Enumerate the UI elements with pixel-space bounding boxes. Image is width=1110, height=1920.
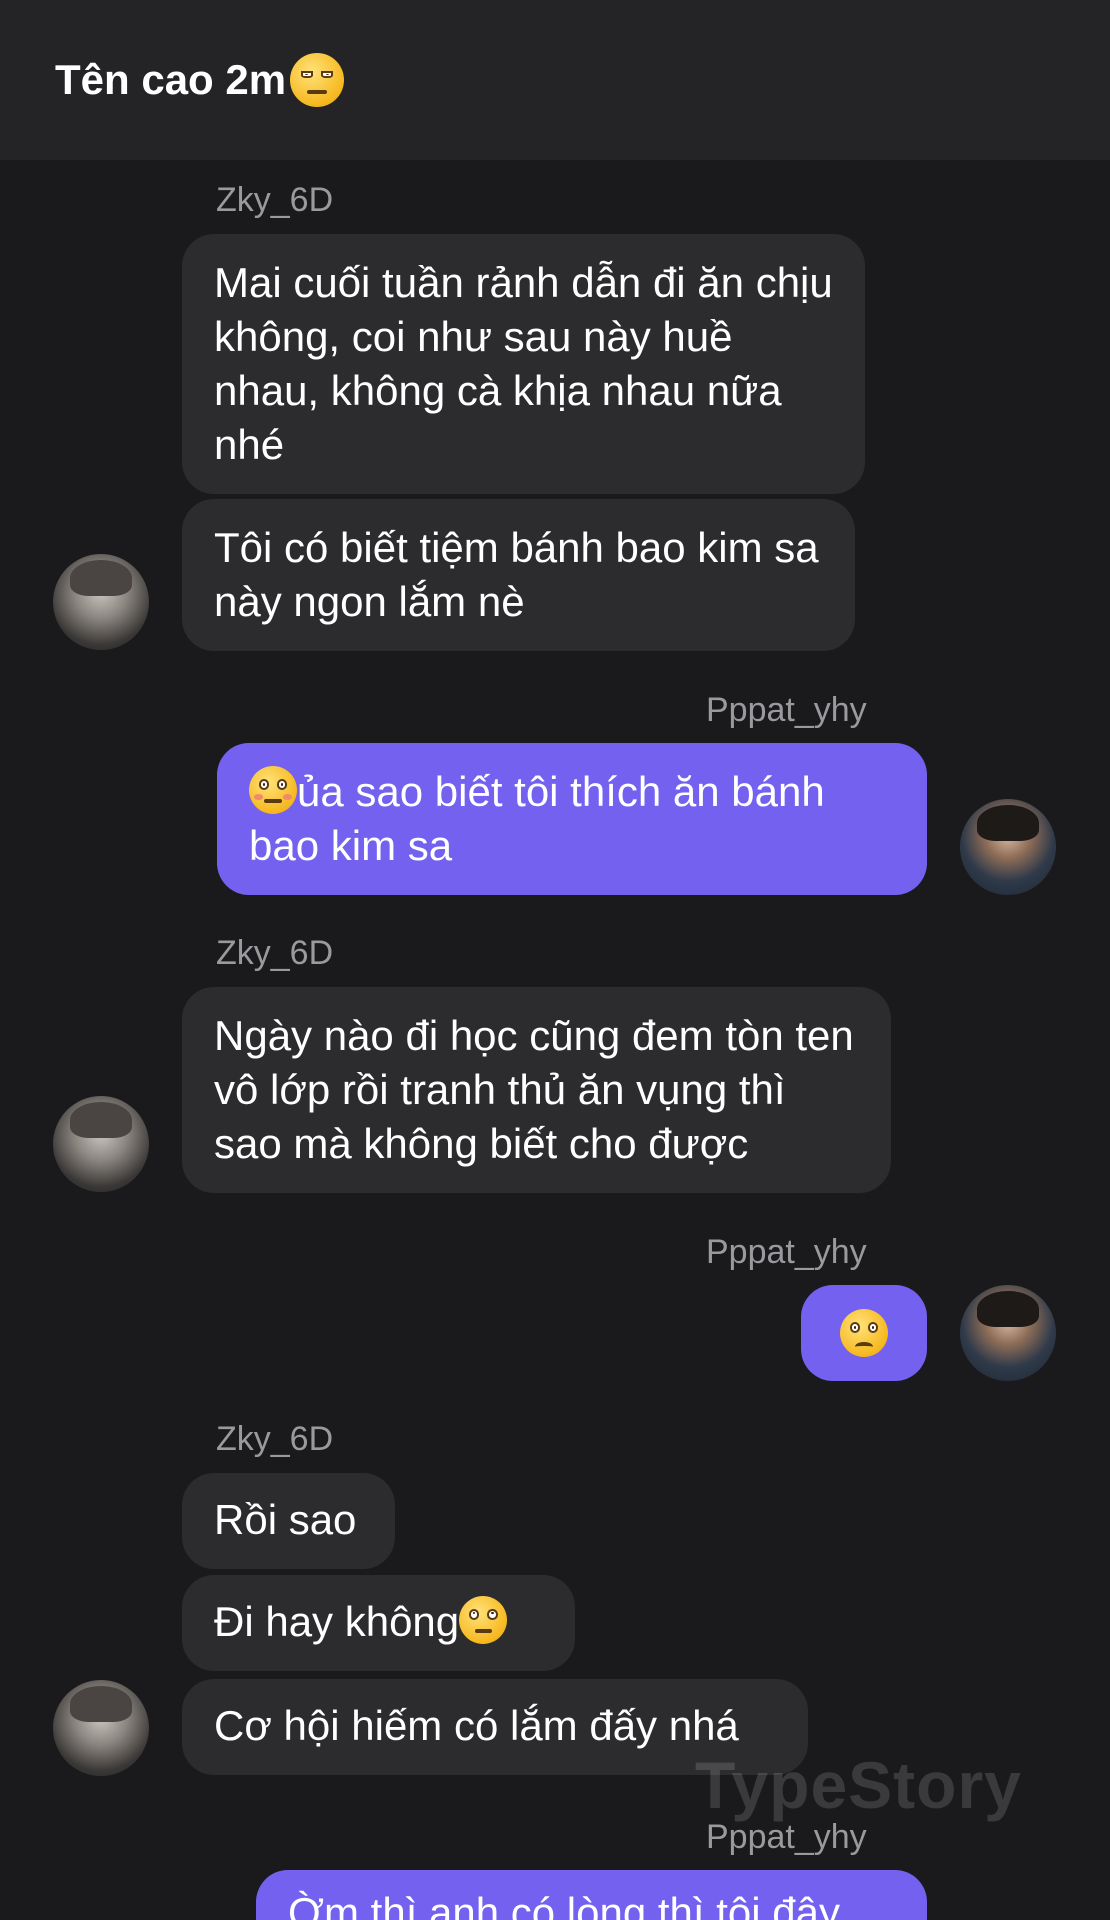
- message-bubble[interactable]: Rồi sao: [182, 1473, 395, 1569]
- avatar[interactable]: [960, 799, 1056, 895]
- message-bubble[interactable]: Ờm thì anh có lòng thì tôi đây: [256, 1870, 927, 1920]
- message-bubble[interactable]: Đi hay không: [182, 1575, 575, 1671]
- chat-header: Tên cao 2m: [0, 0, 1110, 160]
- chat-title: Tên cao 2m: [55, 52, 345, 108]
- sender-name: Pppat_yhy: [706, 1233, 867, 1271]
- avatar[interactable]: [53, 1680, 149, 1776]
- sender-name: Zky_6D: [216, 181, 334, 219]
- unamused-face-icon: [290, 53, 345, 107]
- avatar[interactable]: [960, 1285, 1056, 1381]
- message-text: Đi hay không: [214, 1598, 460, 1645]
- sender-name: Zky_6D: [216, 934, 334, 972]
- flushed-face-icon: [249, 766, 297, 814]
- message-text: ủa sao biết tôi thích ăn bánh bao kim sa: [249, 768, 825, 869]
- sender-name: Pppat_yhy: [706, 1818, 867, 1856]
- message-bubble[interactable]: Ngày nào đi học cũng đem tòn ten vô lớp …: [182, 987, 891, 1193]
- chat-title-text: Tên cao 2m: [55, 56, 287, 103]
- slightly-frowning-face-icon: [840, 1309, 888, 1357]
- watermark: TypeStory: [695, 1748, 1022, 1822]
- message-bubble[interactable]: Tôi có biết tiệm bánh bao kim sa này ngo…: [182, 499, 855, 651]
- sender-name: Pppat_yhy: [706, 691, 867, 729]
- message-bubble[interactable]: ủa sao biết tôi thích ăn bánh bao kim sa: [217, 743, 927, 895]
- message-bubble[interactable]: Mai cuối tuần rảnh dẫn đi ăn chịu không,…: [182, 234, 865, 494]
- face-with-rolling-eyes-icon: [459, 1596, 508, 1644]
- message-bubble[interactable]: [801, 1285, 927, 1381]
- avatar[interactable]: [53, 554, 149, 650]
- sender-name: Zky_6D: [216, 1420, 334, 1458]
- avatar[interactable]: [53, 1096, 149, 1192]
